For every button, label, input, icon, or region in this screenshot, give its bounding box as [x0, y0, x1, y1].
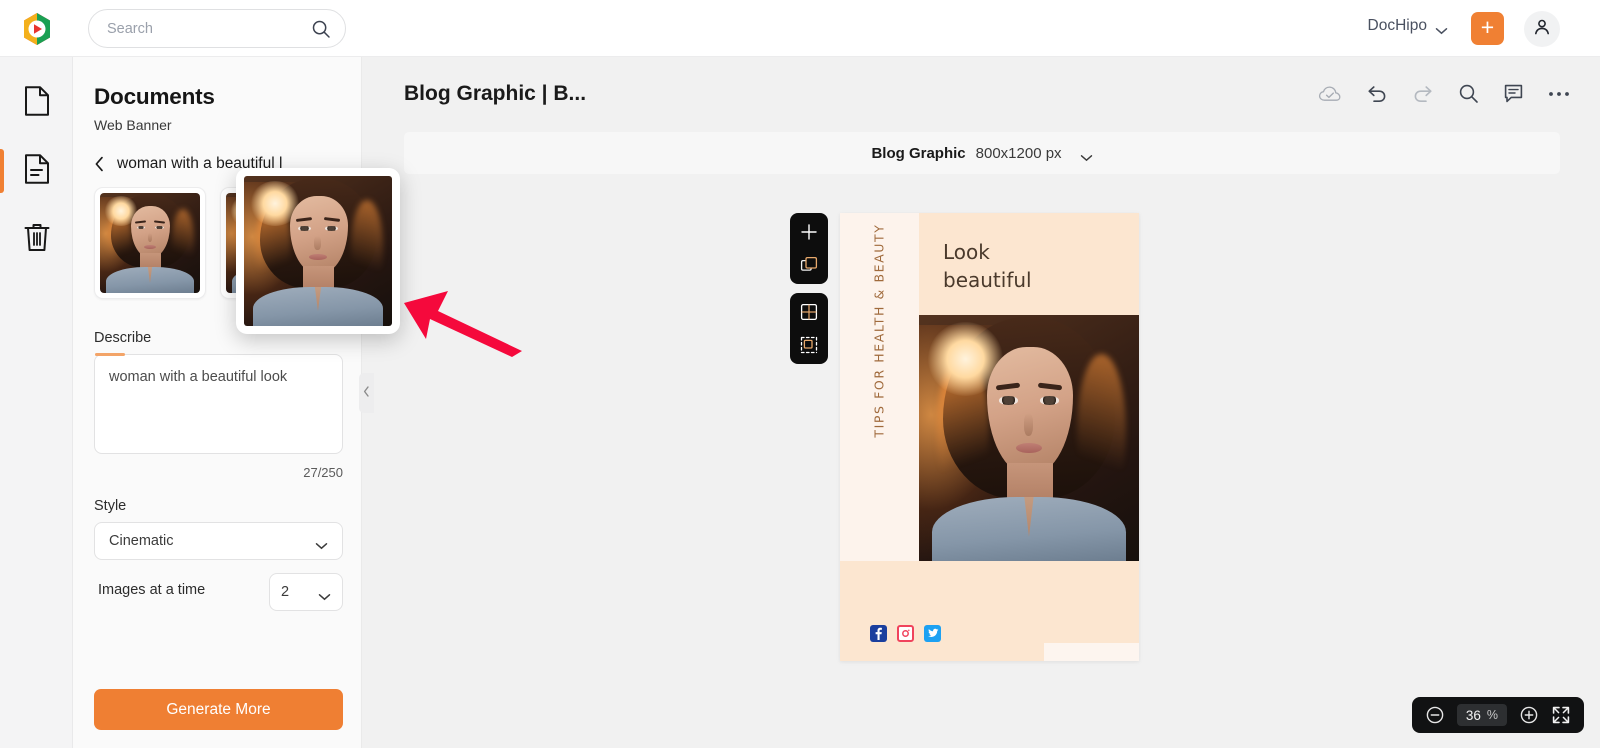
design-photo[interactable]	[919, 315, 1139, 561]
brand-name: DocHipo	[1367, 17, 1427, 34]
left-icon-rail	[0, 57, 73, 748]
account-avatar-button[interactable]	[1524, 11, 1560, 47]
panel-subtitle: Web Banner	[94, 117, 172, 133]
resize-icon[interactable]	[798, 334, 820, 356]
zoom-in-icon[interactable]	[1519, 705, 1539, 725]
search-icon[interactable]	[1458, 83, 1479, 104]
dochipo-logo-icon[interactable]	[18, 10, 56, 48]
document-icon	[23, 85, 51, 122]
chevron-down-icon	[1080, 149, 1093, 162]
search-icon[interactable]	[311, 19, 331, 39]
describe-label: Describe	[94, 330, 152, 346]
duplicate-page-icon[interactable]	[798, 254, 820, 276]
trash-icon	[23, 221, 51, 258]
comment-icon[interactable]	[1503, 83, 1524, 104]
page-title: Documents	[94, 84, 215, 109]
brand-menu[interactable]: DocHipo	[1368, 17, 1448, 35]
style-select-value: Cinematic	[109, 533, 174, 549]
chevron-down-icon	[315, 537, 328, 550]
design-headline-line2: beautiful	[943, 268, 1032, 293]
style-select[interactable]: Cinematic	[94, 522, 343, 560]
image-preview-popup-image	[244, 176, 392, 326]
generated-image-1[interactable]	[94, 187, 206, 299]
images-at-a-time-value: 2	[281, 584, 290, 600]
pages-icon	[23, 153, 51, 190]
design-social-icons	[870, 625, 941, 642]
cloud-saved-icon[interactable]	[1318, 84, 1342, 104]
images-at-a-time-label: Images at a time	[98, 582, 206, 598]
design-vertical-tagline: TIPS FOR HEALTH & BEAUTY	[871, 223, 887, 438]
twitter-icon[interactable]	[924, 625, 941, 642]
search-box[interactable]	[88, 9, 346, 48]
canvas-size-dimensions: 800x1200 px	[975, 144, 1062, 162]
user-avatar-icon	[1532, 17, 1552, 42]
grid-icon[interactable]	[798, 301, 820, 323]
sidebar-item-pages[interactable]	[0, 143, 73, 199]
zoom-control: 36 %	[1411, 697, 1584, 733]
canvas-size-selector[interactable]: Blog Graphic 800x1200 px	[404, 132, 1560, 174]
canvas-tool-block-layout	[790, 293, 828, 364]
design-headline-line1: Look	[943, 240, 990, 264]
chevron-left-icon	[94, 156, 105, 172]
describe-field-accent	[95, 353, 125, 356]
image-preview-popup[interactable]	[236, 168, 400, 334]
undo-icon[interactable]	[1366, 84, 1388, 104]
describe-char-counter: 27/250	[303, 465, 343, 480]
chevron-down-icon	[1435, 22, 1448, 35]
zoom-value-box[interactable]: 36 %	[1456, 704, 1507, 726]
zoom-out-icon[interactable]	[1425, 705, 1445, 725]
facebook-icon[interactable]	[870, 625, 887, 642]
sidebar-item-document[interactable]	[0, 75, 73, 131]
chevron-down-icon	[318, 588, 331, 601]
top-header-bar: DocHipo +	[0, 0, 1600, 57]
more-options-icon[interactable]	[1548, 90, 1570, 98]
canvas-tool-block-page	[790, 213, 828, 284]
zoom-level-value: 36	[1465, 707, 1481, 723]
zoom-unit-label: %	[1486, 708, 1498, 722]
sidebar-item-trash[interactable]	[0, 211, 73, 267]
style-label: Style	[94, 498, 127, 514]
fit-screen-icon[interactable]	[1551, 705, 1571, 725]
generated-image-1-preview	[100, 193, 200, 293]
documents-panel: Documents Web Banner woman with a beauti…	[73, 57, 362, 748]
redo-icon[interactable]	[1412, 84, 1434, 104]
editor-area: Blog Graphic | B... Blog Graphic 800x120…	[362, 57, 1600, 748]
images-at-a-time-select[interactable]: 2	[269, 573, 343, 611]
design-artboard[interactable]: TIPS FOR HEALTH & BEAUTY Look beautiful	[840, 213, 1139, 661]
chevron-left-icon	[363, 384, 370, 402]
editor-toolbar	[1318, 83, 1570, 104]
panel-collapse-handle[interactable]	[359, 373, 374, 413]
design-white-block	[1044, 643, 1139, 661]
canvas-size-name: Blog Graphic	[871, 144, 966, 162]
describe-input[interactable]	[94, 354, 343, 454]
instagram-icon[interactable]	[897, 625, 914, 642]
document-title[interactable]: Blog Graphic | B...	[404, 82, 586, 106]
add-new-button[interactable]: +	[1471, 12, 1504, 45]
canvas-tool-blocks	[790, 213, 828, 364]
search-input[interactable]	[107, 20, 311, 37]
generate-more-button[interactable]: Generate More	[94, 689, 343, 730]
design-headline: Look beautiful	[943, 238, 1032, 295]
plus-icon: +	[1480, 14, 1495, 40]
add-page-icon[interactable]	[798, 221, 820, 243]
